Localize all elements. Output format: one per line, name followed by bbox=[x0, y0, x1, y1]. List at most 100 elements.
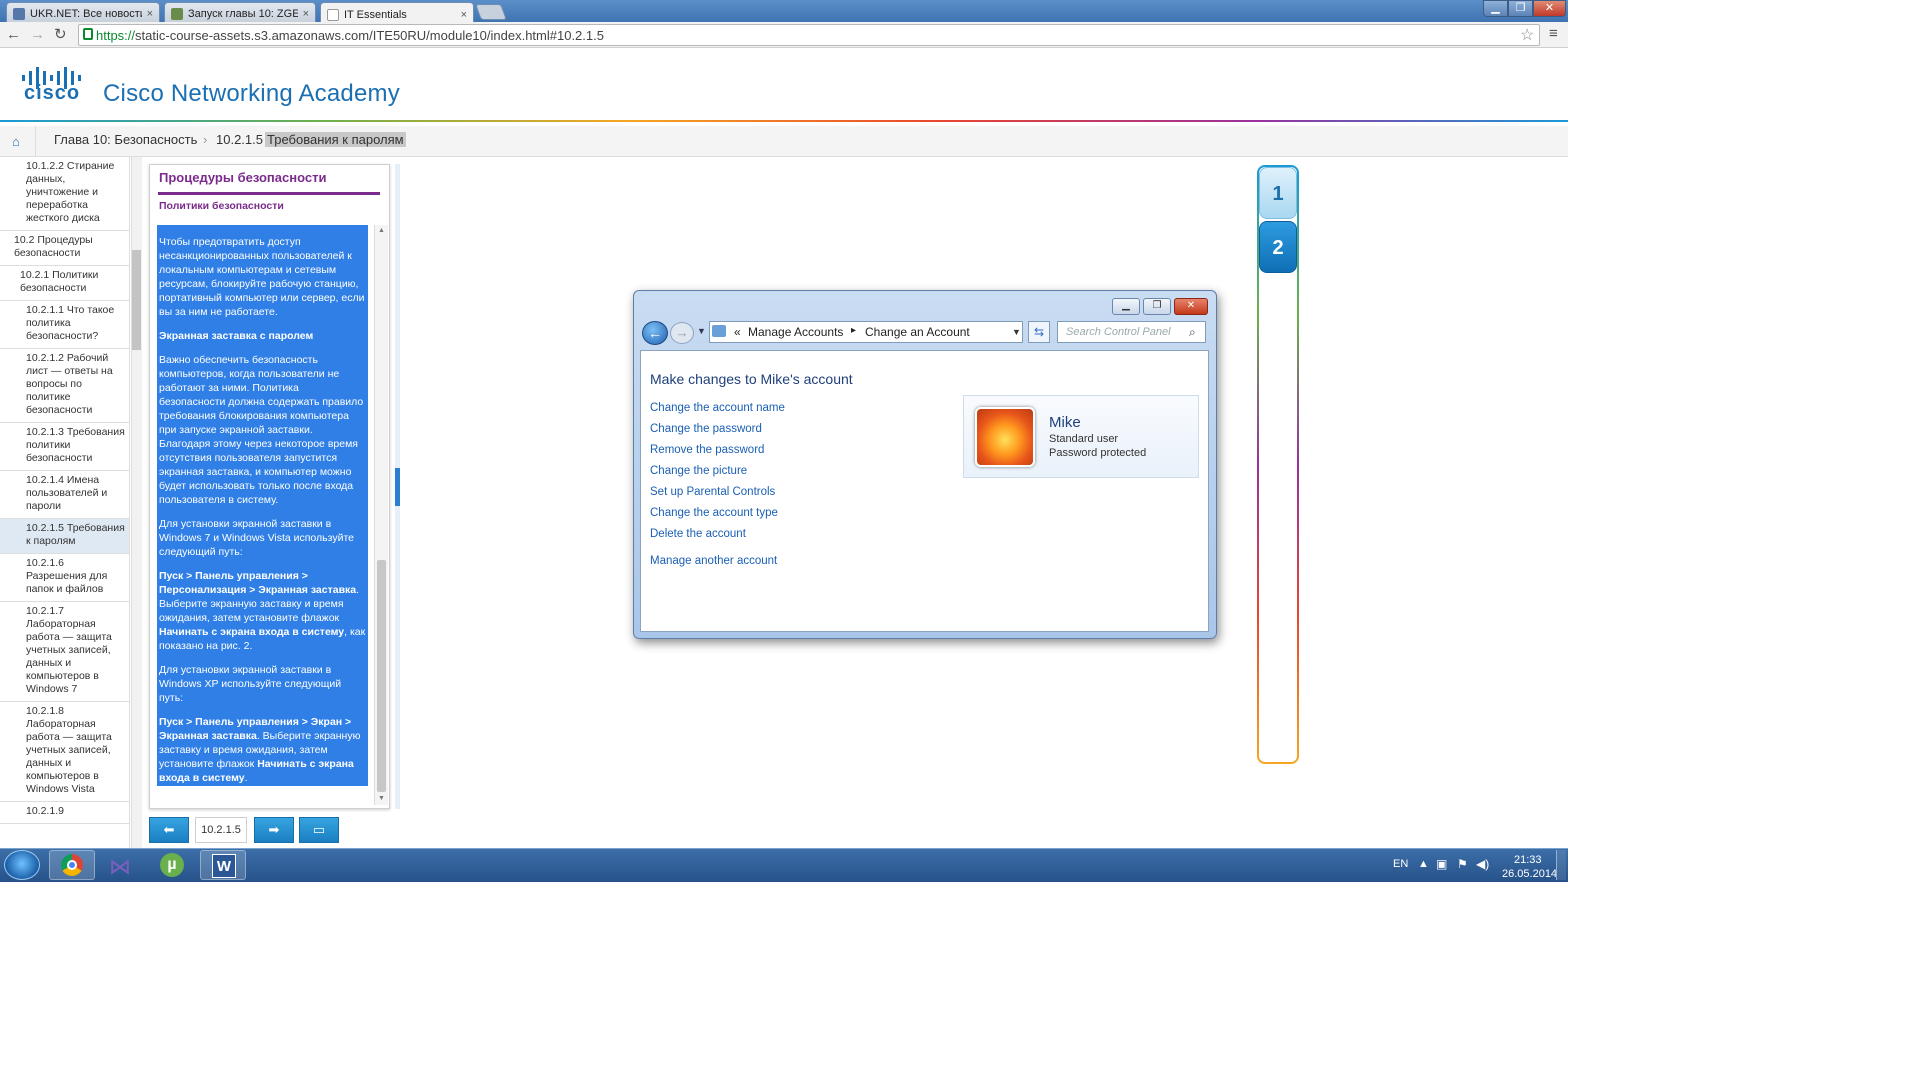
volume-icon[interactable]: ◀) bbox=[1476, 857, 1489, 871]
dialog-maximize-button[interactable]: ❐ bbox=[1143, 298, 1171, 315]
dialog-forward-icon[interactable]: → bbox=[670, 322, 694, 344]
selected-content-text[interactable]: Чтобы предотвратить доступ несанкциониро… bbox=[157, 225, 368, 786]
page-number-field[interactable]: 10.2.1.5 bbox=[195, 817, 247, 843]
prev-page-button[interactable]: ⬅ bbox=[149, 817, 189, 843]
taskbar-word[interactable]: W bbox=[200, 850, 246, 880]
paragraph: Пуск > Панель управления > Экран > Экран… bbox=[159, 716, 361, 784]
taskbar-utorrent[interactable]: µ bbox=[149, 850, 195, 880]
address-change-account[interactable]: Change an Account bbox=[865, 325, 970, 339]
taskbar-chrome[interactable] bbox=[49, 850, 95, 880]
address-separator: ▸ bbox=[851, 325, 857, 336]
taskbar-visual-studio[interactable]: ⋈ bbox=[99, 850, 145, 880]
change-account-name-link[interactable]: Change the account name bbox=[650, 402, 785, 414]
chrome-icon-center bbox=[67, 860, 77, 870]
academy-title: Cisco Networking Academy bbox=[103, 80, 400, 107]
sidebar-item-10-2-1-8[interactable]: 10.2.1.8 Лабораторная работа — защита уч… bbox=[0, 702, 129, 802]
reload-icon[interactable]: ↻ bbox=[54, 25, 67, 43]
url-text: https://static-course-assets.s3.amazonaw… bbox=[96, 28, 604, 43]
title-underline bbox=[158, 192, 380, 195]
sidebar-item-10-2-1-2[interactable]: 10.2.1.2 Рабочий лист — ответы на вопрос… bbox=[0, 349, 129, 423]
screen-icon: ▭ bbox=[312, 822, 326, 837]
manage-another-account-link[interactable]: Manage another account bbox=[650, 555, 777, 567]
start-button[interactable] bbox=[4, 850, 40, 880]
sidebar-subsection-10-2-1[interactable]: 10.2.1 Политики безопасности bbox=[0, 266, 129, 301]
browser-tab-chapter[interactable]: Запуск главы 10: ZGEC_G × bbox=[164, 2, 316, 22]
change-password-link[interactable]: Change the password bbox=[650, 423, 762, 435]
minimize-button[interactable]: ▁ bbox=[1483, 0, 1508, 17]
show-hidden-icons-icon[interactable]: ▲ bbox=[1418, 858, 1429, 870]
scroll-down-icon[interactable]: ▼ bbox=[378, 795, 385, 802]
sidebar-item-10-2-1-5[interactable]: 10.2.1.5 Требования к паролям bbox=[0, 519, 129, 554]
scroll-up-icon[interactable]: ▲ bbox=[378, 227, 385, 234]
dialog-minimize-button[interactable]: ▁ bbox=[1112, 298, 1140, 315]
arrow-right-icon: ➡ bbox=[268, 822, 280, 837]
content-scrollbar-thumb[interactable] bbox=[377, 560, 386, 792]
paragraph: Важно обеспечить безопасность компьютеро… bbox=[159, 354, 364, 506]
sidebar-scrollbar-thumb[interactable] bbox=[132, 250, 141, 350]
breadcrumb-chapter[interactable]: Глава 10: Безопасность bbox=[54, 132, 197, 147]
address-overflow[interactable]: « bbox=[734, 325, 741, 339]
sidebar-item-10-1-2-2[interactable]: 10.1.2.2 Стирание данных, уничтожение и … bbox=[0, 157, 129, 231]
cisco-wordmark: cisco bbox=[24, 82, 81, 104]
change-picture-link[interactable]: Change the picture bbox=[650, 465, 747, 477]
network-icon[interactable]: ▣ bbox=[1436, 857, 1447, 871]
menu-icon[interactable]: ≡ bbox=[1549, 25, 1558, 42]
sidebar-item-10-2-1-6[interactable]: 10.2.1.6 Разрешения для папок и файлов bbox=[0, 554, 129, 602]
forward-arrow-icon[interactable]: → bbox=[30, 26, 45, 43]
close-tab-icon[interactable]: × bbox=[303, 8, 309, 20]
ukrnet-favicon-icon bbox=[13, 8, 25, 20]
clock-date[interactable]: 26.05.2014 bbox=[1502, 868, 1557, 880]
toggle-screen-button[interactable]: ▭ bbox=[299, 817, 339, 843]
cisco-logo[interactable]: cisco bbox=[20, 66, 88, 107]
paragraph: Чтобы предотвратить доступ несанкциониро… bbox=[159, 236, 365, 318]
sidebar-item-10-2-1-3[interactable]: 10.2.1.3 Требования политики безопасност… bbox=[0, 423, 129, 471]
content-subtitle: Политики безопасности bbox=[159, 200, 284, 212]
address-dropdown-icon[interactable]: ▼ bbox=[1012, 327, 1021, 337]
user-type: Standard user bbox=[1049, 433, 1119, 445]
figure-button-1[interactable]: 1 bbox=[1259, 167, 1297, 219]
splitter-handle[interactable] bbox=[395, 468, 400, 506]
maximize-button[interactable]: ❐ bbox=[1508, 0, 1533, 17]
user-avatar bbox=[975, 407, 1035, 467]
browser-tab-ukrnet[interactable]: UKR.NET: Все новости Ук × bbox=[6, 2, 160, 22]
close-tab-icon[interactable]: × bbox=[461, 9, 467, 21]
sidebar-item-10-2-1-7[interactable]: 10.2.1.7 Лабораторная работа — защита уч… bbox=[0, 602, 129, 702]
sidebar-item-10-2-1-4[interactable]: 10.2.1.4 Имена пользователей и пароли bbox=[0, 471, 129, 519]
control-panel-icon bbox=[712, 325, 726, 337]
content-title: Процедуры безопасности bbox=[159, 170, 327, 185]
breadcrumb-section-title: Требования к паролям bbox=[265, 132, 406, 147]
change-account-type-link[interactable]: Change the account type bbox=[650, 507, 778, 519]
language-indicator[interactable]: EN bbox=[1393, 858, 1408, 870]
address-manage-accounts[interactable]: Manage Accounts bbox=[748, 325, 843, 339]
delete-account-link[interactable]: Delete the account bbox=[650, 528, 746, 540]
bookmark-star-icon[interactable]: ☆ bbox=[1520, 25, 1534, 45]
dialog-history-dropdown-icon[interactable]: ▼ bbox=[697, 326, 706, 336]
lock-icon bbox=[83, 28, 93, 40]
clock-time[interactable]: 21:33 bbox=[1514, 854, 1542, 866]
sidebar-item-10-2-1-9[interactable]: 10.2.1.9 bbox=[0, 802, 129, 824]
remove-password-link[interactable]: Remove the password bbox=[650, 444, 764, 456]
arrow-left-icon: ⬅ bbox=[163, 822, 175, 837]
parental-controls-link[interactable]: Set up Parental Controls bbox=[650, 486, 775, 498]
search-icon[interactable]: ⌕ bbox=[1189, 325, 1196, 340]
figure-button-2[interactable]: 2 bbox=[1259, 221, 1297, 273]
dialog-close-button[interactable]: ✕ bbox=[1174, 298, 1208, 315]
dialog-back-icon[interactable]: ← bbox=[642, 321, 668, 345]
browser-tab-it-essentials[interactable]: IT Essentials × bbox=[320, 2, 474, 23]
new-tab-button[interactable] bbox=[475, 4, 507, 20]
utorrent-icon: µ bbox=[160, 853, 184, 877]
home-button[interactable]: ⌂ bbox=[0, 126, 36, 157]
refresh-icon[interactable]: ⇆ bbox=[1028, 321, 1050, 343]
close-tab-icon[interactable]: × bbox=[147, 8, 153, 20]
close-window-button[interactable]: ✕ bbox=[1533, 0, 1566, 17]
back-arrow-icon[interactable]: ← bbox=[6, 26, 21, 43]
action-center-flag-icon[interactable]: ⚑ bbox=[1457, 857, 1468, 871]
paragraph: Пуск > Панель управления > Персонализаци… bbox=[159, 570, 366, 652]
sidebar-item-10-2-1-1[interactable]: 10.2.1.1 Что такое политика безопасности… bbox=[0, 301, 129, 349]
breadcrumb-section-number: 10.2.1.5 bbox=[216, 132, 263, 147]
next-page-button[interactable]: ➡ bbox=[254, 817, 294, 843]
sidebar-section-10-2[interactable]: 10.2 Процедуры безопасности bbox=[0, 231, 129, 266]
dialog-heading: Make changes to Mike's account bbox=[650, 371, 853, 387]
show-desktop-button[interactable] bbox=[1556, 850, 1566, 880]
dialog-search-input[interactable]: Search Control Panel bbox=[1057, 321, 1206, 343]
